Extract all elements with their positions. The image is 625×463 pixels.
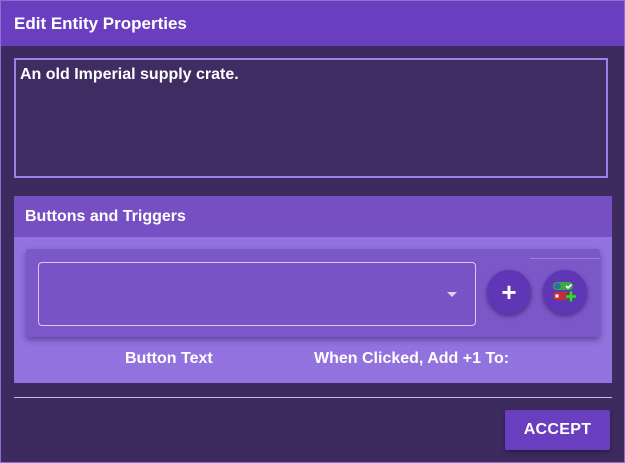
button-select[interactable]: [38, 262, 476, 326]
card-accent-line: [530, 258, 600, 259]
section-title: Buttons and Triggers: [25, 207, 186, 225]
column-label-button-text: Button Text: [125, 350, 213, 367]
dialog-titlebar: Edit Entity Properties: [1, 1, 624, 46]
toggle-add-icon: [553, 282, 576, 302]
footer-divider: [14, 397, 612, 398]
plus-icon: +: [501, 277, 517, 307]
buttons-triggers-header: Buttons and Triggers: [14, 196, 612, 237]
accept-button[interactable]: ACCEPT: [505, 410, 610, 450]
trigger-card: +: [26, 249, 600, 337]
add-trigger-button[interactable]: [543, 270, 587, 314]
column-label-when-clicked: When Clicked, Add +1 To:: [314, 350, 510, 367]
caret-down-icon[interactable]: [447, 292, 457, 297]
buttons-triggers-body: + Button Text When Clicked, Add +1 To:: [14, 237, 612, 383]
edit-entity-dialog: Edit Entity Properties An old Imperial s…: [0, 0, 625, 463]
description-field[interactable]: An old Imperial supply crate.: [14, 58, 608, 178]
dialog-title: Edit Entity Properties: [14, 13, 187, 33]
add-button[interactable]: +: [487, 270, 531, 314]
description-text[interactable]: An old Imperial supply crate.: [20, 66, 602, 84]
